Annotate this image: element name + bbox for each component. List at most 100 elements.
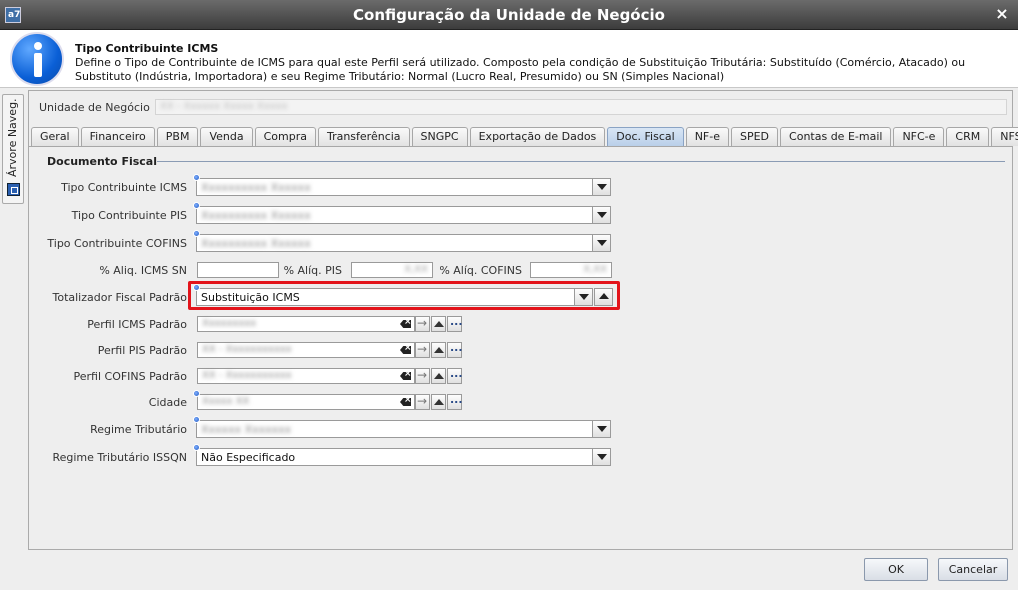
clear-icon[interactable] <box>400 398 411 406</box>
chevron-up-icon[interactable] <box>595 289 612 305</box>
open-record-icon[interactable] <box>431 342 446 358</box>
tree-icon <box>7 183 20 196</box>
aliq-pis-value: X,XX <box>404 264 428 275</box>
perfil-pis-value: XX - Xxxxxxxxxxx <box>202 344 292 355</box>
tab-contas-email[interactable]: Contas de E-mail <box>780 127 892 146</box>
more-options-icon[interactable] <box>447 367 463 384</box>
chevron-down-icon[interactable] <box>592 449 610 465</box>
info-header: Tipo Contribuinte ICMS Define o Tipo de … <box>0 30 1018 88</box>
tab-nfce[interactable]: NFC-e <box>893 127 945 146</box>
goto-arrow-icon[interactable] <box>415 342 430 358</box>
window-title: Configuração da Unidade de Negócio <box>353 6 665 24</box>
perfil-icms-label: Perfil ICMS Padrão <box>87 318 187 331</box>
tab-compra[interactable]: Compra <box>254 127 316 146</box>
tipo-icms-value: Xxxxxxxxxx Xxxxxx <box>201 181 311 194</box>
section-title: Documento Fiscal <box>47 155 157 168</box>
goto-arrow-icon[interactable] <box>415 394 430 410</box>
ok-button[interactable]: OK <box>864 558 928 581</box>
chevron-down-icon[interactable] <box>592 179 610 195</box>
tab-bar: Geral Financeiro PBM Venda Compra Transf… <box>31 127 1018 146</box>
aliq-pis-label: % Alíq. PIS <box>283 264 342 277</box>
tipo-cofins-value: Xxxxxxxxxx Xxxxxx <box>201 237 311 250</box>
clear-icon[interactable] <box>400 346 411 354</box>
cidade-value: Xxxxx XX <box>202 396 250 407</box>
regime-combo[interactable]: Xxxxxx Xxxxxxx <box>196 420 611 438</box>
navigation-tree-label: Árvore Naveg. <box>6 98 19 177</box>
goto-arrow-icon[interactable] <box>415 368 430 384</box>
chevron-down-icon[interactable] <box>592 421 610 437</box>
tipo-pis-combo[interactable]: Xxxxxxxxxx Xxxxxx <box>196 206 611 224</box>
goto-arrow-icon[interactable] <box>415 316 430 332</box>
tipo-icms-label: Tipo Contribuinte ICMS <box>61 181 187 194</box>
perfil-icms-lookup[interactable]: Xxxxxxxxx <box>197 316 415 332</box>
tipo-pis-label: Tipo Contribuinte PIS <box>71 209 187 222</box>
cidade-lookup[interactable]: Xxxxx XX <box>197 394 415 410</box>
tab-pbm[interactable]: PBM <box>156 127 199 146</box>
tipo-pis-value: Xxxxxxxxxx Xxxxxx <box>201 209 311 222</box>
open-record-icon[interactable] <box>431 316 446 332</box>
aliq-cofins-label: % Alíq. COFINS <box>439 264 522 277</box>
required-marker-icon <box>193 390 200 397</box>
required-marker-icon <box>193 174 200 181</box>
totalizador-open-button[interactable] <box>594 288 613 306</box>
regime-issqn-combo[interactable]: Não Especificado <box>196 448 611 466</box>
tab-sngpc[interactable]: SNGPC <box>411 127 468 146</box>
open-record-icon[interactable] <box>431 368 446 384</box>
required-marker-icon <box>193 444 200 451</box>
tab-nfse[interactable]: NFS-e <box>991 127 1018 146</box>
open-record-icon[interactable] <box>431 394 446 410</box>
unit-label: Unidade de Negócio <box>39 101 150 114</box>
perfil-cofins-label: Perfil COFINS Padrão <box>73 370 188 383</box>
required-marker-icon <box>193 202 200 209</box>
more-options-icon[interactable] <box>447 393 463 410</box>
config-window: a7 Configuração da Unidade de Negócio × … <box>0 0 1018 590</box>
perfil-icms-value: Xxxxxxxxx <box>202 318 257 329</box>
clear-icon[interactable] <box>400 320 411 328</box>
close-button[interactable]: × <box>994 6 1010 22</box>
clear-icon[interactable] <box>400 372 411 380</box>
tipo-cofins-combo[interactable]: Xxxxxxxxxx Xxxxxx <box>196 234 611 252</box>
cancel-button[interactable]: Cancelar <box>938 558 1008 581</box>
tab-transferencia[interactable]: Transferência <box>317 127 410 146</box>
totalizador-value: Substituição ICMS <box>201 291 300 304</box>
chevron-down-icon[interactable] <box>592 235 610 251</box>
tab-venda[interactable]: Venda <box>200 127 253 146</box>
perfil-cofins-value: XX - Xxxxxxxxxxx <box>202 370 292 381</box>
perfil-cofins-lookup[interactable]: XX - Xxxxxxxxxxx <box>197 368 415 384</box>
aliq-cofins-input[interactable]: X,XX <box>530 262 612 278</box>
unit-value: XX - Xxxxxx Xxxxx Xxxxx <box>160 101 288 112</box>
section-divider <box>157 161 1005 162</box>
tab-financeiro[interactable]: Financeiro <box>80 127 155 146</box>
aliq-icms-sn-input[interactable] <box>197 262 279 278</box>
tab-geral[interactable]: Geral <box>31 127 79 146</box>
required-marker-icon <box>193 416 200 423</box>
totalizador-label: Totalizador Fiscal Padrão <box>52 291 187 304</box>
totalizador-combo[interactable]: Substituição ICMS <box>196 288 593 306</box>
navigation-tree-tab[interactable]: Árvore Naveg. <box>2 94 24 204</box>
aliq-icms-sn-label: % Aliq. ICMS SN <box>99 264 187 277</box>
required-marker-icon <box>193 284 200 291</box>
required-marker-icon <box>193 230 200 237</box>
info-description: Define o Tipo de Contribuinte de ICMS pa… <box>75 56 966 83</box>
tipo-cofins-label: Tipo Contribuinte COFINS <box>47 237 187 250</box>
tab-crm[interactable]: CRM <box>946 127 990 146</box>
tab-nfe[interactable]: NF-e <box>685 127 729 146</box>
regime-label: Regime Tributário <box>90 423 187 436</box>
regime-issqn-label: Regime Tributário ISSQN <box>52 451 187 464</box>
perfil-pis-label: Perfil PIS Padrão <box>97 344 187 357</box>
tab-exportacao-dados[interactable]: Exportação de Dados <box>469 127 606 146</box>
chevron-down-icon[interactable] <box>592 207 610 223</box>
info-title: Tipo Contribuinte ICMS <box>75 42 219 55</box>
regime-issqn-value: Não Especificado <box>201 451 296 464</box>
aliq-cofins-value: X,XX <box>583 264 607 275</box>
chevron-down-icon[interactable] <box>574 289 592 305</box>
unit-field: XX - Xxxxxx Xxxxx Xxxxx <box>155 99 1007 115</box>
more-options-icon[interactable] <box>447 341 463 358</box>
perfil-pis-lookup[interactable]: XX - Xxxxxxxxxxx <box>197 342 415 358</box>
title-bar: a7 Configuração da Unidade de Negócio × <box>0 0 1018 30</box>
tab-sped[interactable]: SPED <box>730 127 779 146</box>
aliq-pis-input[interactable]: X,XX <box>351 262 433 278</box>
more-options-icon[interactable] <box>447 315 463 332</box>
tab-doc-fiscal[interactable]: Doc. Fiscal <box>607 127 684 146</box>
tipo-icms-combo[interactable]: Xxxxxxxxxx Xxxxxx <box>196 178 611 196</box>
